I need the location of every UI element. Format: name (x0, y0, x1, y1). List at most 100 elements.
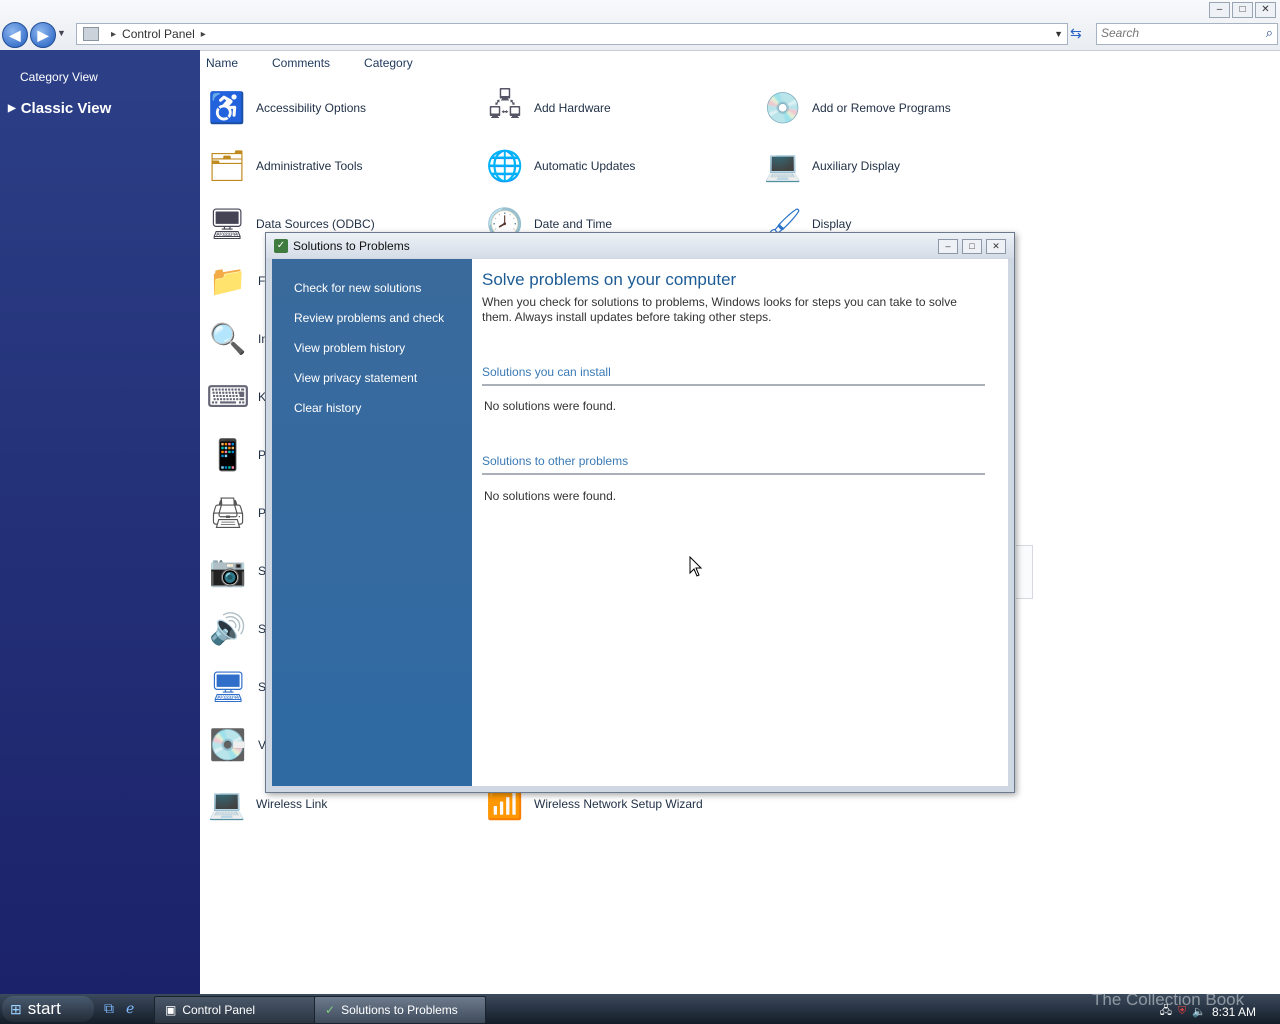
security-shield-icon[interactable]: ⛨ (1178, 1005, 1186, 1018)
dialog-body: Check for new solutions Review problems … (272, 259, 1008, 786)
column-header-name[interactable]: Name (206, 56, 238, 70)
cp-item-auxiliary-display[interactable]: 💻 Auxiliary Display (760, 141, 900, 191)
maximize-button[interactable]: □ (1232, 2, 1253, 18)
search-input[interactable] (1097, 24, 1255, 42)
search-box[interactable]: ⌕ (1096, 23, 1278, 45)
minimize-button[interactable]: – (1209, 2, 1230, 18)
cp-item-label: Accessibility Options (256, 101, 367, 115)
wireless-link-icon: 💻 (208, 787, 246, 821)
cp-item-label: Administrative Tools (256, 159, 363, 173)
clock[interactable]: 8:31 AM (1212, 1005, 1256, 1019)
dialog-maximize-button[interactable]: □ (962, 239, 982, 254)
explorer-toolbar: – □ ✕ ◀ ▶ ▼ ▸ Control Panel ▸ ▼ ⇆ ⌕ (0, 0, 1280, 51)
background-panel-edge (1016, 545, 1033, 599)
cp-item-automatic-updates[interactable]: 🌐 Automatic Updates (482, 141, 635, 191)
category-view-link[interactable]: Category View (20, 70, 98, 84)
forward-button[interactable]: ▶ (30, 22, 56, 48)
automatic-updates-icon: 🌐 (486, 149, 524, 183)
classic-view-label: Classic View (20, 100, 112, 117)
arrow-left-icon: ◀ (9, 27, 21, 43)
windows-card-icon[interactable]: 💽 (204, 721, 252, 769)
odbc-icon: 🖥 (207, 207, 247, 241)
review-problems-link[interactable]: Review problems and check (294, 311, 444, 325)
cp-item-label: Date and Time (534, 217, 613, 231)
system-tray: 🖧 ⛨ 🔈 8:31 AM (1160, 1002, 1256, 1021)
address-bar[interactable]: ▸ Control Panel ▸ ▼ (76, 23, 1068, 45)
accessibility-icon: ♿ (208, 91, 246, 125)
back-button[interactable]: ◀ (2, 22, 28, 48)
printer-icon[interactable]: 🖨 (204, 489, 252, 537)
cp-item-add-remove-programs[interactable]: 💿 Add or Remove Programs (760, 83, 950, 133)
quicklaunch-ie-icon[interactable]: ℯ (126, 1000, 134, 1017)
chevron-down-icon: ▼ (57, 28, 66, 38)
network-icon[interactable]: 🖧 (1160, 1002, 1172, 1021)
start-label: start (27, 999, 61, 1018)
section-title-other: Solutions to other problems (482, 454, 629, 468)
breadcrumb-separator-icon[interactable]: ▸ (201, 29, 206, 40)
clear-history-link[interactable]: Clear history (294, 401, 361, 415)
column-headers: Name Comments Category (206, 56, 413, 70)
windows-flag-icon: ⊞ (10, 1000, 22, 1017)
dialog-close-button[interactable]: ✕ (986, 239, 1006, 254)
taskbar: ⊞ start ⧉ ℯ ▣ Control Panel ✓ Solutions … (0, 990, 1280, 1024)
add-hardware-icon: 🖧 (488, 88, 522, 122)
indexing-options-icon[interactable]: 🔍 (204, 315, 252, 363)
cp-item-label: Data Sources (ODBC) (256, 217, 375, 231)
cp-item-add-hardware[interactable]: 🖧 Add Hardware (482, 83, 611, 133)
scanner-camera-icon[interactable]: 📷 (204, 547, 252, 595)
cp-item-administrative-tools[interactable]: 🗂 Administrative Tools (204, 141, 363, 191)
recent-pages-dropdown[interactable]: ▼ (57, 28, 66, 38)
classic-view-link[interactable]: ▶ Classic View (8, 100, 111, 117)
triangle-right-icon: ▶ (8, 103, 16, 114)
refresh-icon[interactable]: ⇆ (1070, 25, 1082, 42)
no-solutions-message: No solutions were found. (484, 399, 617, 413)
speaker-icon[interactable]: 🔊 (204, 605, 252, 653)
dialog-minimize-button[interactable]: – (938, 239, 958, 254)
taskbar-item-label: Solutions to Problems (341, 1003, 458, 1017)
task-pane: Category View ▶ Classic View (0, 50, 200, 994)
admin-tools-icon: 🗂 (207, 149, 247, 183)
dialog-main-content: Solve problems on your computer When you… (482, 259, 1002, 786)
arrow-right-icon: ▶ (37, 27, 49, 43)
dialog-description: When you check for solutions to problems… (482, 295, 957, 324)
column-header-category[interactable]: Category (364, 56, 413, 70)
dialog-window-controls: – □ ✕ (938, 239, 1006, 254)
check-new-solutions-link[interactable]: Check for new solutions (294, 281, 421, 295)
auxiliary-display-icon: 💻 (764, 149, 802, 183)
start-button[interactable]: ⊞ start (2, 996, 94, 1022)
close-button[interactable]: ✕ (1255, 2, 1276, 18)
taskbar-item-solutions[interactable]: ✓ Solutions to Problems (314, 996, 486, 1024)
search-icon[interactable]: ⌕ (1266, 25, 1273, 41)
quicklaunch-desktop-icon[interactable]: ⧉ (104, 1000, 114, 1017)
keyboard-icon[interactable]: ⌨ (204, 373, 252, 421)
add-remove-programs-icon: 💿 (764, 91, 802, 125)
cp-item-label: Wireless Link (256, 797, 328, 811)
solutions-dialog: ✓ Solutions to Problems – □ ✕ Check for … (265, 232, 1015, 793)
address-dropdown-icon[interactable]: ▼ (1054, 29, 1063, 39)
breadcrumb-control-panel[interactable]: Control Panel (122, 27, 195, 41)
breadcrumb-separator-icon[interactable]: ▸ (111, 29, 116, 40)
view-privacy-statement-link[interactable]: View privacy statement (294, 371, 417, 385)
dialog-task-links: Check for new solutions Review problems … (272, 259, 472, 786)
taskbar-item-label: Control Panel (182, 1003, 256, 1017)
view-problem-history-link[interactable]: View problem history (294, 341, 405, 355)
folder-options-icon[interactable]: 📁 (204, 257, 252, 305)
no-solutions-message: No solutions were found. (484, 489, 617, 503)
dialog-titlebar[interactable]: ✓ Solutions to Problems – □ ✕ (266, 233, 1014, 258)
section-title-install: Solutions you can install (482, 365, 611, 379)
cp-item-label: Wireless Network Setup Wizard (534, 797, 703, 811)
volume-icon[interactable]: 🔈 (1192, 1005, 1206, 1018)
control-panel-task-icon: ▣ (165, 1003, 177, 1017)
cp-item-label: Add Hardware (534, 101, 611, 115)
phone-modem-icon[interactable]: 📱 (204, 431, 252, 479)
taskbar-item-control-panel[interactable]: ▣ Control Panel (154, 996, 316, 1024)
column-header-comments[interactable]: Comments (272, 56, 330, 70)
solutions-task-icon: ✓ (325, 1003, 336, 1017)
mouse-cursor-icon (689, 556, 703, 577)
section-divider (482, 384, 985, 386)
cp-item-accessibility[interactable]: ♿ Accessibility Options (204, 83, 366, 133)
cp-item-label: Auxiliary Display (812, 159, 901, 173)
section-divider (482, 473, 985, 475)
control-panel-icon (83, 27, 99, 41)
system-icon[interactable]: 🖥 (204, 663, 252, 711)
